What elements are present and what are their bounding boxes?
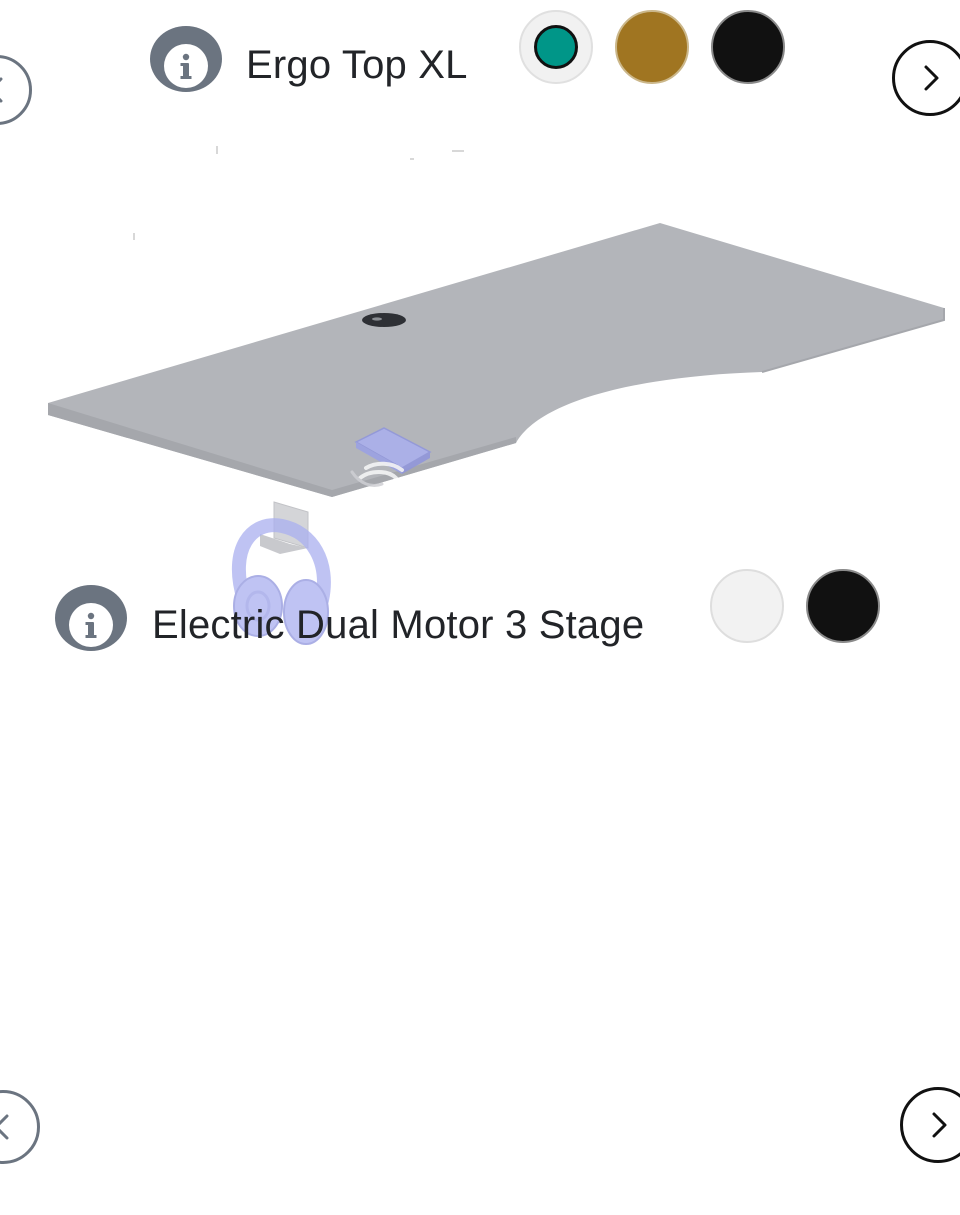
color-swatch-white[interactable] [710,569,784,643]
desk-top-surface [48,223,945,497]
chevron-left-icon [0,77,3,103]
component-2-prev-button[interactable] [0,1090,40,1164]
color-swatch-black[interactable] [806,569,880,643]
component-title: Electric Dual Motor 3 Stage [152,603,645,647]
chevron-left-icon [0,1114,9,1140]
color-swatch-black[interactable] [711,10,785,84]
configurator-stage: Ergo Top XL Electric Dual Motor 3 Stage [0,0,960,1215]
cable-grommet [362,313,406,327]
info-icon[interactable] [150,26,222,92]
color-swatch-gold[interactable] [615,10,689,84]
chevron-right-icon [924,65,939,91]
component-2-next-button[interactable] [900,1087,960,1163]
chevron-right-icon [932,1112,947,1138]
component-title: Ergo Top XL [246,43,468,87]
component-1-next-button[interactable] [892,40,960,116]
color-swatch-teal[interactable] [519,10,593,84]
info-icon[interactable] [55,585,127,651]
